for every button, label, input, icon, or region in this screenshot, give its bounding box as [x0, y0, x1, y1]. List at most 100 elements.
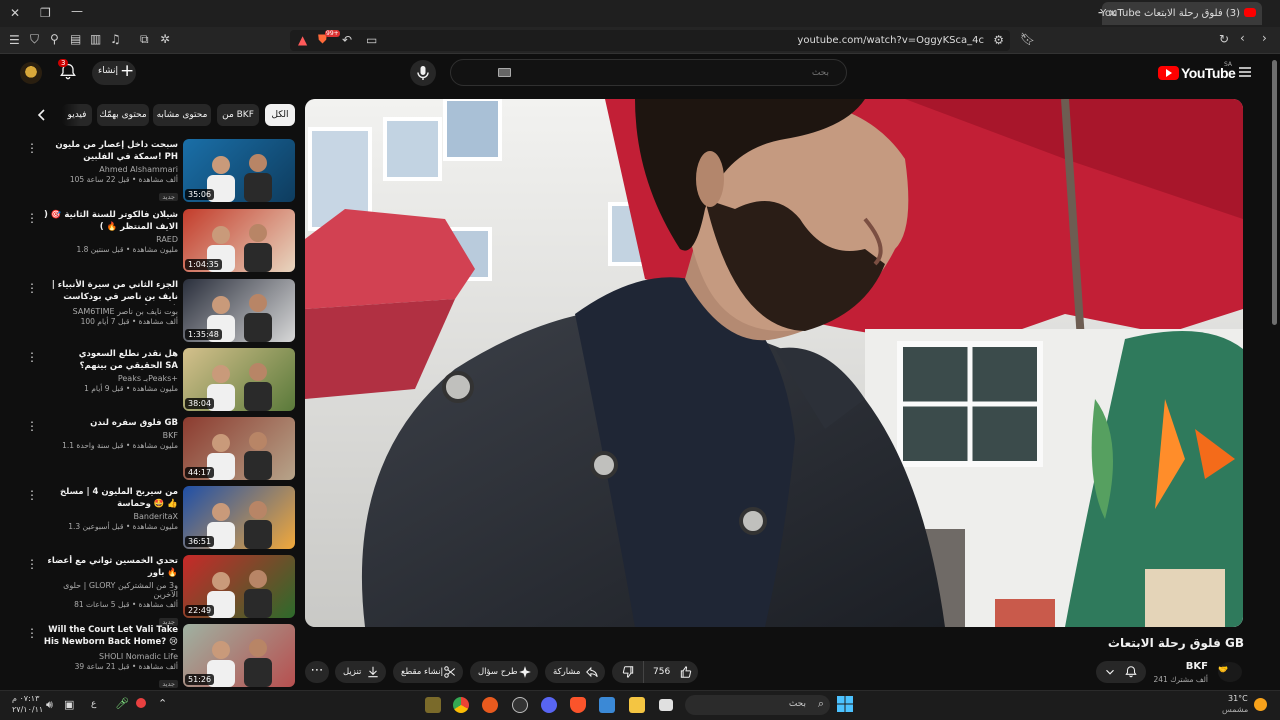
minimize-window-icon[interactable]: —	[71, 5, 83, 17]
more-vertical-icon[interactable]: ⋮	[26, 141, 38, 155]
like-button[interactable]: 756	[645, 661, 698, 683]
video-title[interactable]: سبحت داخل إعصار من مليون سمكة في الفلبين…	[42, 139, 178, 163]
video-title[interactable]: فلوق سفره لندن GB	[42, 417, 178, 429]
puzzle-icon[interactable]: ✲	[160, 33, 170, 45]
tabs-icon[interactable]: ▤	[70, 33, 81, 45]
reload-icon[interactable]: ↻	[1219, 33, 1229, 45]
list-item[interactable]: 51:26 ⋮ Will the Court Let Vali Take His N…	[0, 624, 296, 688]
more-vertical-icon[interactable]: ⋮	[26, 557, 38, 571]
close-window-icon[interactable]: ✕	[10, 7, 20, 19]
file-explorer-icon[interactable]	[629, 697, 645, 713]
channel-avatar[interactable]: 🤝	[1218, 662, 1242, 682]
list-item[interactable]: 35:06 ⋮ سبحت داخل إعصار من مليون سمكة في ا…	[0, 139, 296, 203]
channel-name[interactable]: BKF	[42, 431, 178, 440]
microphone-tray-icon[interactable]: 🎤︎	[115, 697, 129, 710]
more-vertical-icon[interactable]: ⋮	[26, 419, 38, 433]
video-title[interactable]: هل نقدر نطلع السعودي الحقيقي من بينهم؟ S…	[42, 348, 178, 372]
undo-icon[interactable]: ↶	[342, 34, 352, 46]
weather-temp[interactable]: 31°C	[1228, 694, 1248, 703]
menu-icon[interactable]: ☰	[9, 34, 20, 46]
task-view-icon[interactable]	[659, 699, 673, 711]
channel-name[interactable]: BanderitaX	[42, 512, 179, 521]
speaker-icon[interactable]: 🔊︎	[46, 698, 53, 712]
ask-button[interactable]: طرح سؤال	[470, 661, 538, 683]
list-item[interactable]: 1:35:48 ⋮ الجزء الثاني من سيرة الأنبياء | …	[0, 279, 296, 343]
notifications-button[interactable]: 3	[58, 59, 80, 84]
video-title[interactable]: Will the Court Let Vali Take His Newborn…	[42, 624, 178, 650]
brave-rewards-icon[interactable]: ▲	[298, 34, 307, 46]
subscribed-button[interactable]	[1096, 661, 1146, 683]
more-vertical-icon[interactable]: ⋮	[26, 281, 38, 295]
more-vertical-icon[interactable]: ⋮	[26, 211, 38, 225]
discord-icon[interactable]	[541, 697, 557, 713]
weather-sun-icon[interactable]	[1254, 698, 1267, 711]
clip-button[interactable]: إنشاء مقطع	[393, 661, 463, 683]
video-player[interactable]	[305, 99, 1243, 627]
video-title[interactable]: الجزء الثاني من سيرة الأنبياء | نايف بن …	[42, 279, 178, 305]
chips-next-button[interactable]	[33, 106, 51, 124]
more-vertical-icon[interactable]: ⋮	[26, 626, 38, 640]
chip-recommended[interactable]: محتوى بهمّك	[97, 104, 149, 126]
shield-icon[interactable]: ⛉	[30, 33, 39, 45]
search-input[interactable]	[499, 64, 829, 82]
screenshot-icon[interactable]: ⧉	[140, 33, 149, 45]
chip-from-channel[interactable]: من BKF	[217, 104, 259, 126]
store-icon[interactable]	[599, 697, 615, 713]
sidebar-icon[interactable]: ▥	[90, 33, 101, 45]
share-button[interactable]: مشاركة	[545, 661, 605, 683]
avatar[interactable]	[20, 62, 42, 84]
taskbar-app-icon[interactable]	[512, 697, 528, 713]
guide-menu-button[interactable]	[1236, 64, 1254, 80]
chip-related[interactable]: محتوى مشابه	[153, 104, 211, 126]
restore-window-icon[interactable]: ❐	[40, 7, 51, 19]
bookmark-icon[interactable]: 🔖︎	[1020, 33, 1035, 45]
dislike-button[interactable]	[612, 661, 644, 683]
list-item[interactable]: 1:04:35 ⋮ شيلان فالكوتر للسنة الثانية 🎯 ( …	[0, 209, 296, 273]
list-item[interactable]: 22:49 ⋮ تحدي الخمسين ثواني مع أعضاء باور 🔥…	[0, 555, 296, 626]
taskbar-date[interactable]: ٢٧/١٠/١١	[12, 705, 43, 714]
chevron-up-icon[interactable]: ⌃	[158, 697, 167, 710]
channel-name[interactable]: SHOLI Nomadic Life	[42, 652, 178, 661]
taskbar-app-icon[interactable]	[482, 697, 498, 713]
chip-video[interactable]: فيديو	[62, 104, 92, 126]
channel-name[interactable]: حلوى | GLORY و3 من المشتركين الآخرين	[42, 581, 178, 599]
list-item[interactable]: 44:17 ⋮ فلوق سفره لندن GB BKF 1.1 مليون مشاه…	[0, 417, 296, 481]
more-vertical-icon[interactable]: ⋮	[26, 488, 38, 502]
create-button[interactable]: إنشاء +	[92, 61, 136, 85]
video-title[interactable]: تحدي الخمسين ثواني مع أعضاء باور 🔥	[42, 555, 178, 579]
channel-name[interactable]: Ahmed Alshammari	[42, 165, 178, 174]
video-title[interactable]: شيلان فالكوتر للسنة الثانية 🎯 ( الايف ال…	[42, 209, 178, 233]
list-item[interactable]: 36:51 ⋮ من سيربح المليون 4 | مسلخ وحماسة 🤩…	[0, 486, 296, 550]
video-title[interactable]: من سيربح المليون 4 | مسلخ وحماسة 🤩 👍	[42, 486, 178, 510]
start-button[interactable]	[837, 696, 853, 712]
extension-icon[interactable]: ⚲	[50, 33, 59, 45]
list-item[interactable]: 38:04 ⋮ هل نقدر نطلع السعودي الحقيقي من بي…	[0, 348, 296, 412]
back-icon[interactable]: ‹	[1240, 32, 1245, 44]
app-tray-icon[interactable]	[136, 698, 146, 708]
network-icon[interactable]: ▣	[64, 698, 74, 711]
address-bar[interactable]: ▲ ⛊ 99+ ↶ ▭ youtube.com/watch?v=OggyKSca…	[290, 30, 1010, 51]
channel-name[interactable]: SAM6TIME بوت نايف بن ناصر	[42, 307, 178, 316]
page-scrollbar[interactable]	[1272, 60, 1277, 325]
site-settings-icon[interactable]: ⚙	[993, 34, 1004, 46]
channel-name[interactable]: Peaks بـPeaks+	[42, 374, 178, 383]
brave-icon[interactable]	[570, 697, 586, 713]
taskbar-search[interactable]: بحث ⌕	[685, 695, 830, 715]
channel-name[interactable]: BKF	[1186, 661, 1208, 672]
forward-icon[interactable]: ›	[1262, 32, 1267, 44]
chip-all[interactable]: الكل	[265, 104, 295, 126]
more-vertical-icon[interactable]: ⋮	[26, 350, 38, 364]
music-icon[interactable]: ♫	[110, 33, 121, 45]
cast-icon[interactable]: ▭	[366, 34, 377, 46]
language-indicator[interactable]: ع	[91, 699, 96, 709]
taskbar-time[interactable]: ٠٧:١٣ م	[12, 694, 39, 703]
active-tab[interactable]: (3) فلوق رحلة الابتعاث YouTube ✕	[1100, 2, 1262, 25]
chrome-icon[interactable]	[453, 697, 469, 713]
channel-name[interactable]: RAED	[42, 235, 178, 244]
taskbar-app-notes-icon[interactable]	[425, 697, 441, 713]
more-actions-button[interactable]: ⋯	[305, 661, 329, 683]
close-tab-icon[interactable]: ✕	[1108, 7, 1117, 20]
download-button[interactable]: تنزيل	[335, 661, 386, 683]
voice-search-button[interactable]	[410, 60, 436, 86]
subscriber-count: 241 ألف مشترك	[1153, 675, 1208, 684]
